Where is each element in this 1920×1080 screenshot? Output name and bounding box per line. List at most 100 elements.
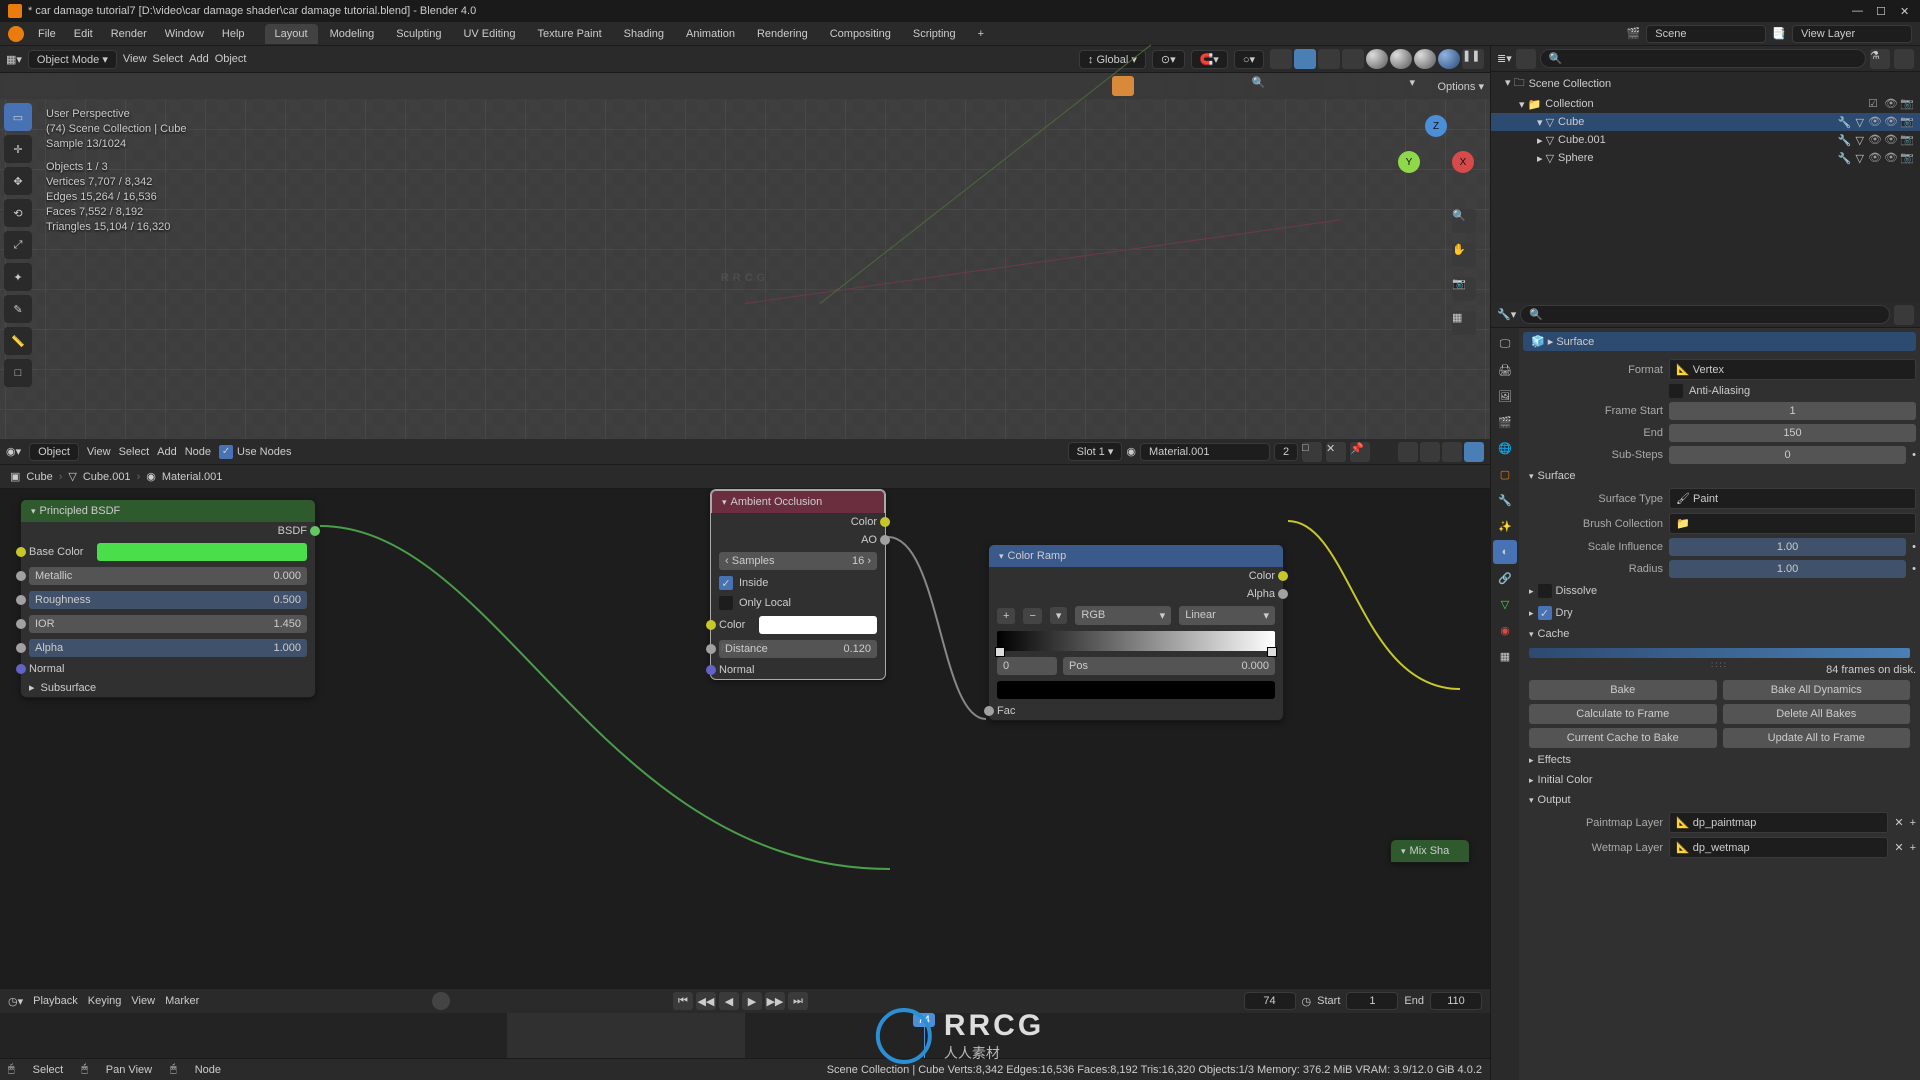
crumb-obj[interactable]: Cube: [26, 471, 52, 483]
prop-tab-modifier[interactable]: 🔧: [1493, 488, 1517, 512]
ramp-color-swatch[interactable]: [997, 681, 1275, 699]
gizmo-toggle[interactable]: [1270, 49, 1292, 69]
brush-collection-dropdown[interactable]: 📁: [1669, 513, 1916, 534]
play-rev-icon[interactable]: ◀: [719, 992, 739, 1010]
vp-menu-object[interactable]: Object: [215, 53, 247, 65]
dissolve-check[interactable]: [1538, 584, 1552, 598]
shade-matprev-icon[interactable]: [1414, 49, 1436, 69]
crumb-mat[interactable]: Material.001: [162, 471, 223, 483]
sh-menu-view[interactable]: View: [87, 446, 111, 458]
properties-editor-icon[interactable]: 🔧▾: [1497, 308, 1516, 321]
ao-color-swatch[interactable]: [759, 616, 877, 634]
orient-icon-2[interactable]: [30, 76, 52, 96]
tool-annotate[interactable]: ✎: [4, 295, 32, 323]
pan-icon[interactable]: ✋: [1452, 243, 1476, 267]
zoom-icon[interactable]: 🔍: [1452, 209, 1476, 233]
mode-dropdown[interactable]: Object Mode ▾: [28, 50, 117, 69]
minimize-icon[interactable]: —: [1852, 5, 1864, 17]
format-dropdown[interactable]: 📐 Vertex: [1669, 359, 1916, 380]
tool-addcube[interactable]: □: [4, 359, 32, 387]
crumb-data[interactable]: Cube.001: [83, 471, 131, 483]
node-mix-shader[interactable]: ▾Mix Sha: [1390, 839, 1470, 863]
bake-all-button[interactable]: Bake All Dynamics: [1723, 680, 1911, 700]
end-frame[interactable]: 110: [1430, 992, 1482, 1010]
mat-pin-icon[interactable]: 📌: [1350, 442, 1370, 462]
snap-dropdown[interactable]: 🧲▾: [1191, 50, 1228, 69]
vp-menu-add[interactable]: Add: [189, 53, 209, 65]
calc-button[interactable]: Calculate to Frame: [1529, 704, 1717, 724]
tab-add[interactable]: +: [968, 24, 994, 44]
prop-tab-world[interactable]: 🌐: [1493, 436, 1517, 460]
node-color-ramp[interactable]: ▾Color Ramp Color Alpha + − ▾ RGB▾ Linea…: [988, 544, 1284, 721]
prop-tab-texture[interactable]: ▦: [1493, 644, 1517, 668]
add-icon[interactable]: +: [1910, 817, 1916, 829]
use-nodes-check[interactable]: ✓Use Nodes: [219, 445, 291, 459]
visibility-icon[interactable]: [1382, 76, 1404, 96]
tab-compositing[interactable]: Compositing: [820, 24, 901, 44]
outliner-item-cube[interactable]: ▾ ▽ Cube🔧▽👁👁📷: [1491, 113, 1920, 131]
tool-scale[interactable]: ⤢: [4, 231, 32, 259]
sphere-mesh-icon[interactable]: [1112, 76, 1134, 96]
prop-tab-render[interactable]: 🖵: [1493, 332, 1517, 356]
menu-help[interactable]: Help: [214, 25, 253, 43]
close-icon[interactable]: ✕: [1900, 5, 1912, 17]
tl-menu-playback[interactable]: Playback: [33, 995, 78, 1007]
scene-field[interactable]: Scene: [1646, 25, 1766, 43]
sh-preview-icon[interactable]: [1464, 442, 1484, 462]
sh-menu-select[interactable]: Select: [119, 446, 150, 458]
maximize-icon[interactable]: ☐: [1876, 5, 1888, 17]
tab-animation[interactable]: Animation: [676, 24, 745, 44]
slot-dropdown[interactable]: Slot 1 ▾: [1068, 442, 1123, 461]
modifier-icon[interactable]: [1140, 76, 1162, 96]
shade-wire-icon[interactable]: [1366, 49, 1388, 69]
ramp-remove-icon[interactable]: −: [1023, 608, 1041, 624]
basecolor-swatch[interactable]: [97, 543, 307, 561]
ao-inside-check[interactable]: ✓: [719, 576, 733, 590]
viewlayer-field[interactable]: View Layer: [1792, 25, 1912, 43]
hair-icon[interactable]: [1224, 76, 1246, 96]
xray-toggle[interactable]: [1318, 49, 1340, 69]
anim-dot[interactable]: •: [1912, 541, 1916, 553]
menu-file[interactable]: File: [30, 25, 64, 43]
outliner-editor-icon[interactable]: ≣▾: [1497, 52, 1512, 65]
sh-snap-icon[interactable]: [1398, 442, 1418, 462]
tab-shading[interactable]: Shading: [614, 24, 674, 44]
pivot-dropdown[interactable]: ⊙▾: [1152, 50, 1185, 69]
track-icon[interactable]: [1326, 76, 1348, 96]
tab-scripting[interactable]: Scripting: [903, 24, 966, 44]
prop-tab-viewlayer[interactable]: 🖼: [1493, 384, 1517, 408]
tab-texpaint[interactable]: Texture Paint: [527, 24, 611, 44]
mat-new-icon[interactable]: □: [1302, 442, 1322, 462]
prop-tab-data[interactable]: ▽: [1493, 592, 1517, 616]
nav-gizmo[interactable]: Z X Y: [1398, 115, 1474, 191]
outliner-item-cube001[interactable]: ▸ ▽ Cube.001🔧▽👁👁📷: [1491, 131, 1920, 149]
dry-check[interactable]: ✓: [1538, 606, 1552, 620]
sh-menu-add[interactable]: Add: [157, 446, 177, 458]
shade-rendered-icon[interactable]: [1438, 49, 1460, 69]
anim-dot[interactable]: •: [1912, 449, 1916, 461]
tool-rotate[interactable]: ⟲: [4, 199, 32, 227]
current-cache-button[interactable]: Current Cache to Bake: [1529, 728, 1717, 748]
mat-users[interactable]: 2: [1274, 443, 1298, 461]
outliner-search[interactable]: 🔍: [1540, 49, 1866, 68]
axis-x[interactable]: X: [1452, 151, 1474, 173]
menu-render[interactable]: Render: [103, 25, 155, 43]
jump-start-icon[interactable]: ⏮: [673, 992, 693, 1010]
prop-tab-object[interactable]: ▢: [1493, 462, 1517, 486]
properties-search[interactable]: 🔍: [1520, 305, 1890, 324]
options-dropdown[interactable]: Options ▾: [1438, 80, 1485, 93]
paintmap-field[interactable]: 📐 dp_paintmap: [1669, 812, 1888, 833]
sh-overlay-icon[interactable]: [1420, 442, 1440, 462]
material-field[interactable]: Material.001: [1140, 443, 1270, 461]
timeline-editor-icon[interactable]: ◷▾: [8, 995, 23, 1008]
autokey-icon[interactable]: [432, 992, 450, 1010]
add-icon[interactable]: +: [1910, 842, 1916, 854]
ao-samples-field[interactable]: ‹ Samples16 ›: [719, 552, 877, 570]
tab-modeling[interactable]: Modeling: [320, 24, 385, 44]
node-principled-bsdf[interactable]: ▾Principled BSDF BSDF Base Color Metalli…: [20, 499, 316, 698]
outliner-item-sphere[interactable]: ▸ ▽ Sphere🔧▽👁👁📷: [1491, 149, 1920, 167]
ramp-add-icon[interactable]: +: [997, 608, 1015, 624]
sh-backdrop-icon[interactable]: [1442, 442, 1462, 462]
vp-menu-view[interactable]: View: [123, 53, 147, 65]
bake-button[interactable]: Bake: [1529, 680, 1717, 700]
